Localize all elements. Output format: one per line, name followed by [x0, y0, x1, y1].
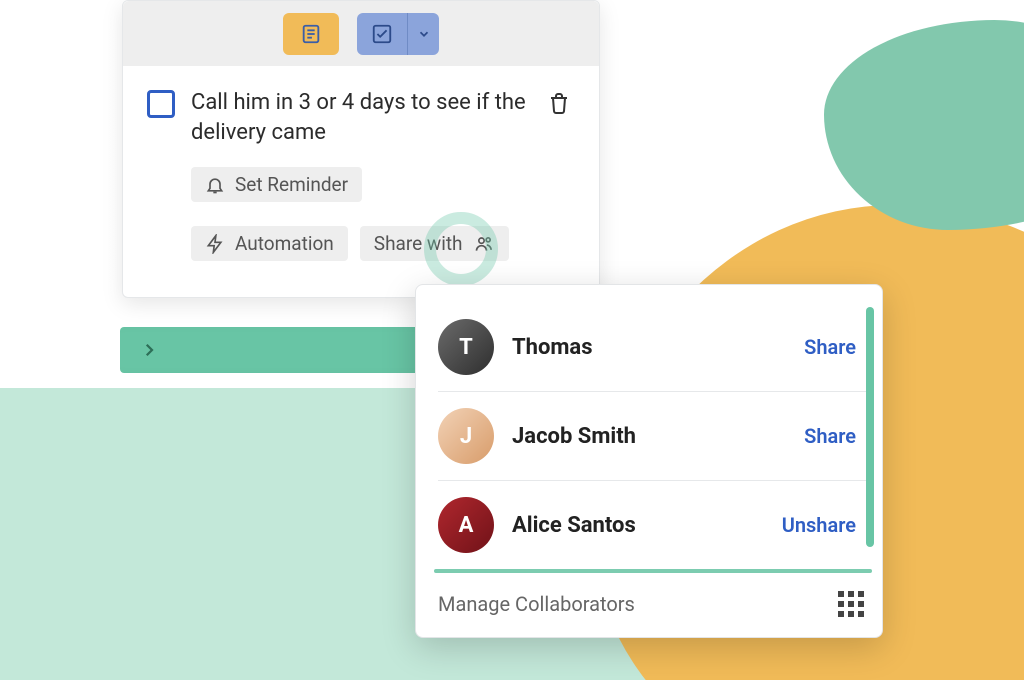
- scrollbar[interactable]: [866, 307, 874, 547]
- share-popover: T Thomas Share J Jacob Smith Share A Ali…: [415, 284, 883, 638]
- automation-label: Automation: [235, 232, 334, 255]
- apps-grid-button[interactable]: [838, 591, 864, 617]
- trash-icon: [547, 90, 571, 116]
- avatar: A: [438, 497, 494, 553]
- note-icon: [300, 23, 322, 45]
- share-row: A Alice Santos Unshare: [438, 481, 868, 569]
- manage-collaborators-link[interactable]: Manage Collaborators: [438, 592, 635, 616]
- share-action-button[interactable]: Share: [804, 335, 856, 359]
- set-reminder-label: Set Reminder: [235, 173, 348, 196]
- automation-button[interactable]: Automation: [191, 226, 348, 261]
- avatar: J: [438, 408, 494, 464]
- bolt-icon: [205, 234, 225, 254]
- share-row: J Jacob Smith Share: [438, 392, 868, 481]
- avatar: T: [438, 319, 494, 375]
- chevron-right-icon: [140, 341, 158, 359]
- unshare-action-button[interactable]: Unshare: [782, 513, 856, 537]
- task-card: Call him in 3 or 4 days to see if the de…: [122, 0, 600, 298]
- set-reminder-button[interactable]: Set Reminder: [191, 167, 362, 202]
- chevron-down-icon: [417, 27, 431, 41]
- person-name: Thomas: [512, 335, 804, 360]
- person-name: Jacob Smith: [512, 424, 804, 449]
- checkbox-icon: [371, 23, 393, 45]
- complete-dropdown-button[interactable]: [407, 13, 439, 55]
- note-button[interactable]: [283, 13, 339, 55]
- share-action-button[interactable]: Share: [804, 424, 856, 448]
- person-name: Alice Santos: [512, 513, 782, 538]
- task-toolbar: [123, 1, 599, 66]
- bell-icon: [205, 175, 225, 195]
- task-text[interactable]: Call him in 3 or 4 days to see if the de…: [191, 88, 531, 147]
- left-fade: [0, 0, 120, 370]
- share-row: T Thomas Share: [438, 303, 868, 392]
- task-checkbox[interactable]: [147, 90, 175, 118]
- highlight-halo: [424, 212, 498, 286]
- delete-task-button[interactable]: [547, 90, 575, 116]
- complete-button[interactable]: [357, 13, 407, 55]
